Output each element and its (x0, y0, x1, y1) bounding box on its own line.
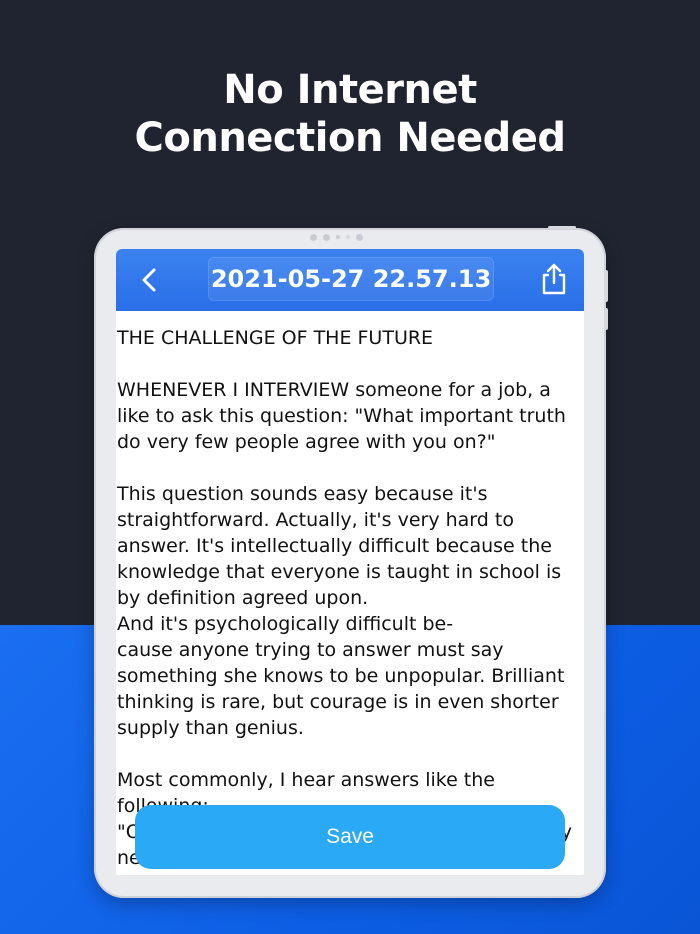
camera-dot (336, 235, 340, 239)
tablet-top-button (548, 226, 576, 229)
tablet-side-button-bottom (604, 308, 608, 330)
camera-dot (323, 233, 330, 241)
camera-dot (346, 235, 350, 239)
chevron-left-icon (142, 268, 156, 292)
share-button[interactable] (536, 261, 572, 297)
app-header: 2021-05-27 22.57.13 (116, 249, 584, 311)
headline-line-2: Connection Needed (134, 115, 566, 161)
share-icon (542, 263, 566, 295)
camera-dot (356, 233, 363, 241)
save-button[interactable]: Save (135, 805, 565, 869)
document-text-area[interactable]: THE CHALLENGE OF THE FUTURE WHENEVER I I… (116, 325, 584, 875)
headline-line-1: No Internet (223, 67, 477, 113)
headline: No Internet Connection Needed (0, 66, 700, 162)
tablet-camera (310, 233, 363, 241)
camera-dot (310, 233, 317, 241)
tablet-side-button-top (604, 270, 608, 302)
tablet-screen: 2021-05-27 22.57.13 THE CHALLENGE OF THE… (116, 249, 584, 875)
back-button[interactable] (134, 263, 164, 297)
document-title[interactable]: 2021-05-27 22.57.13 (208, 257, 494, 301)
